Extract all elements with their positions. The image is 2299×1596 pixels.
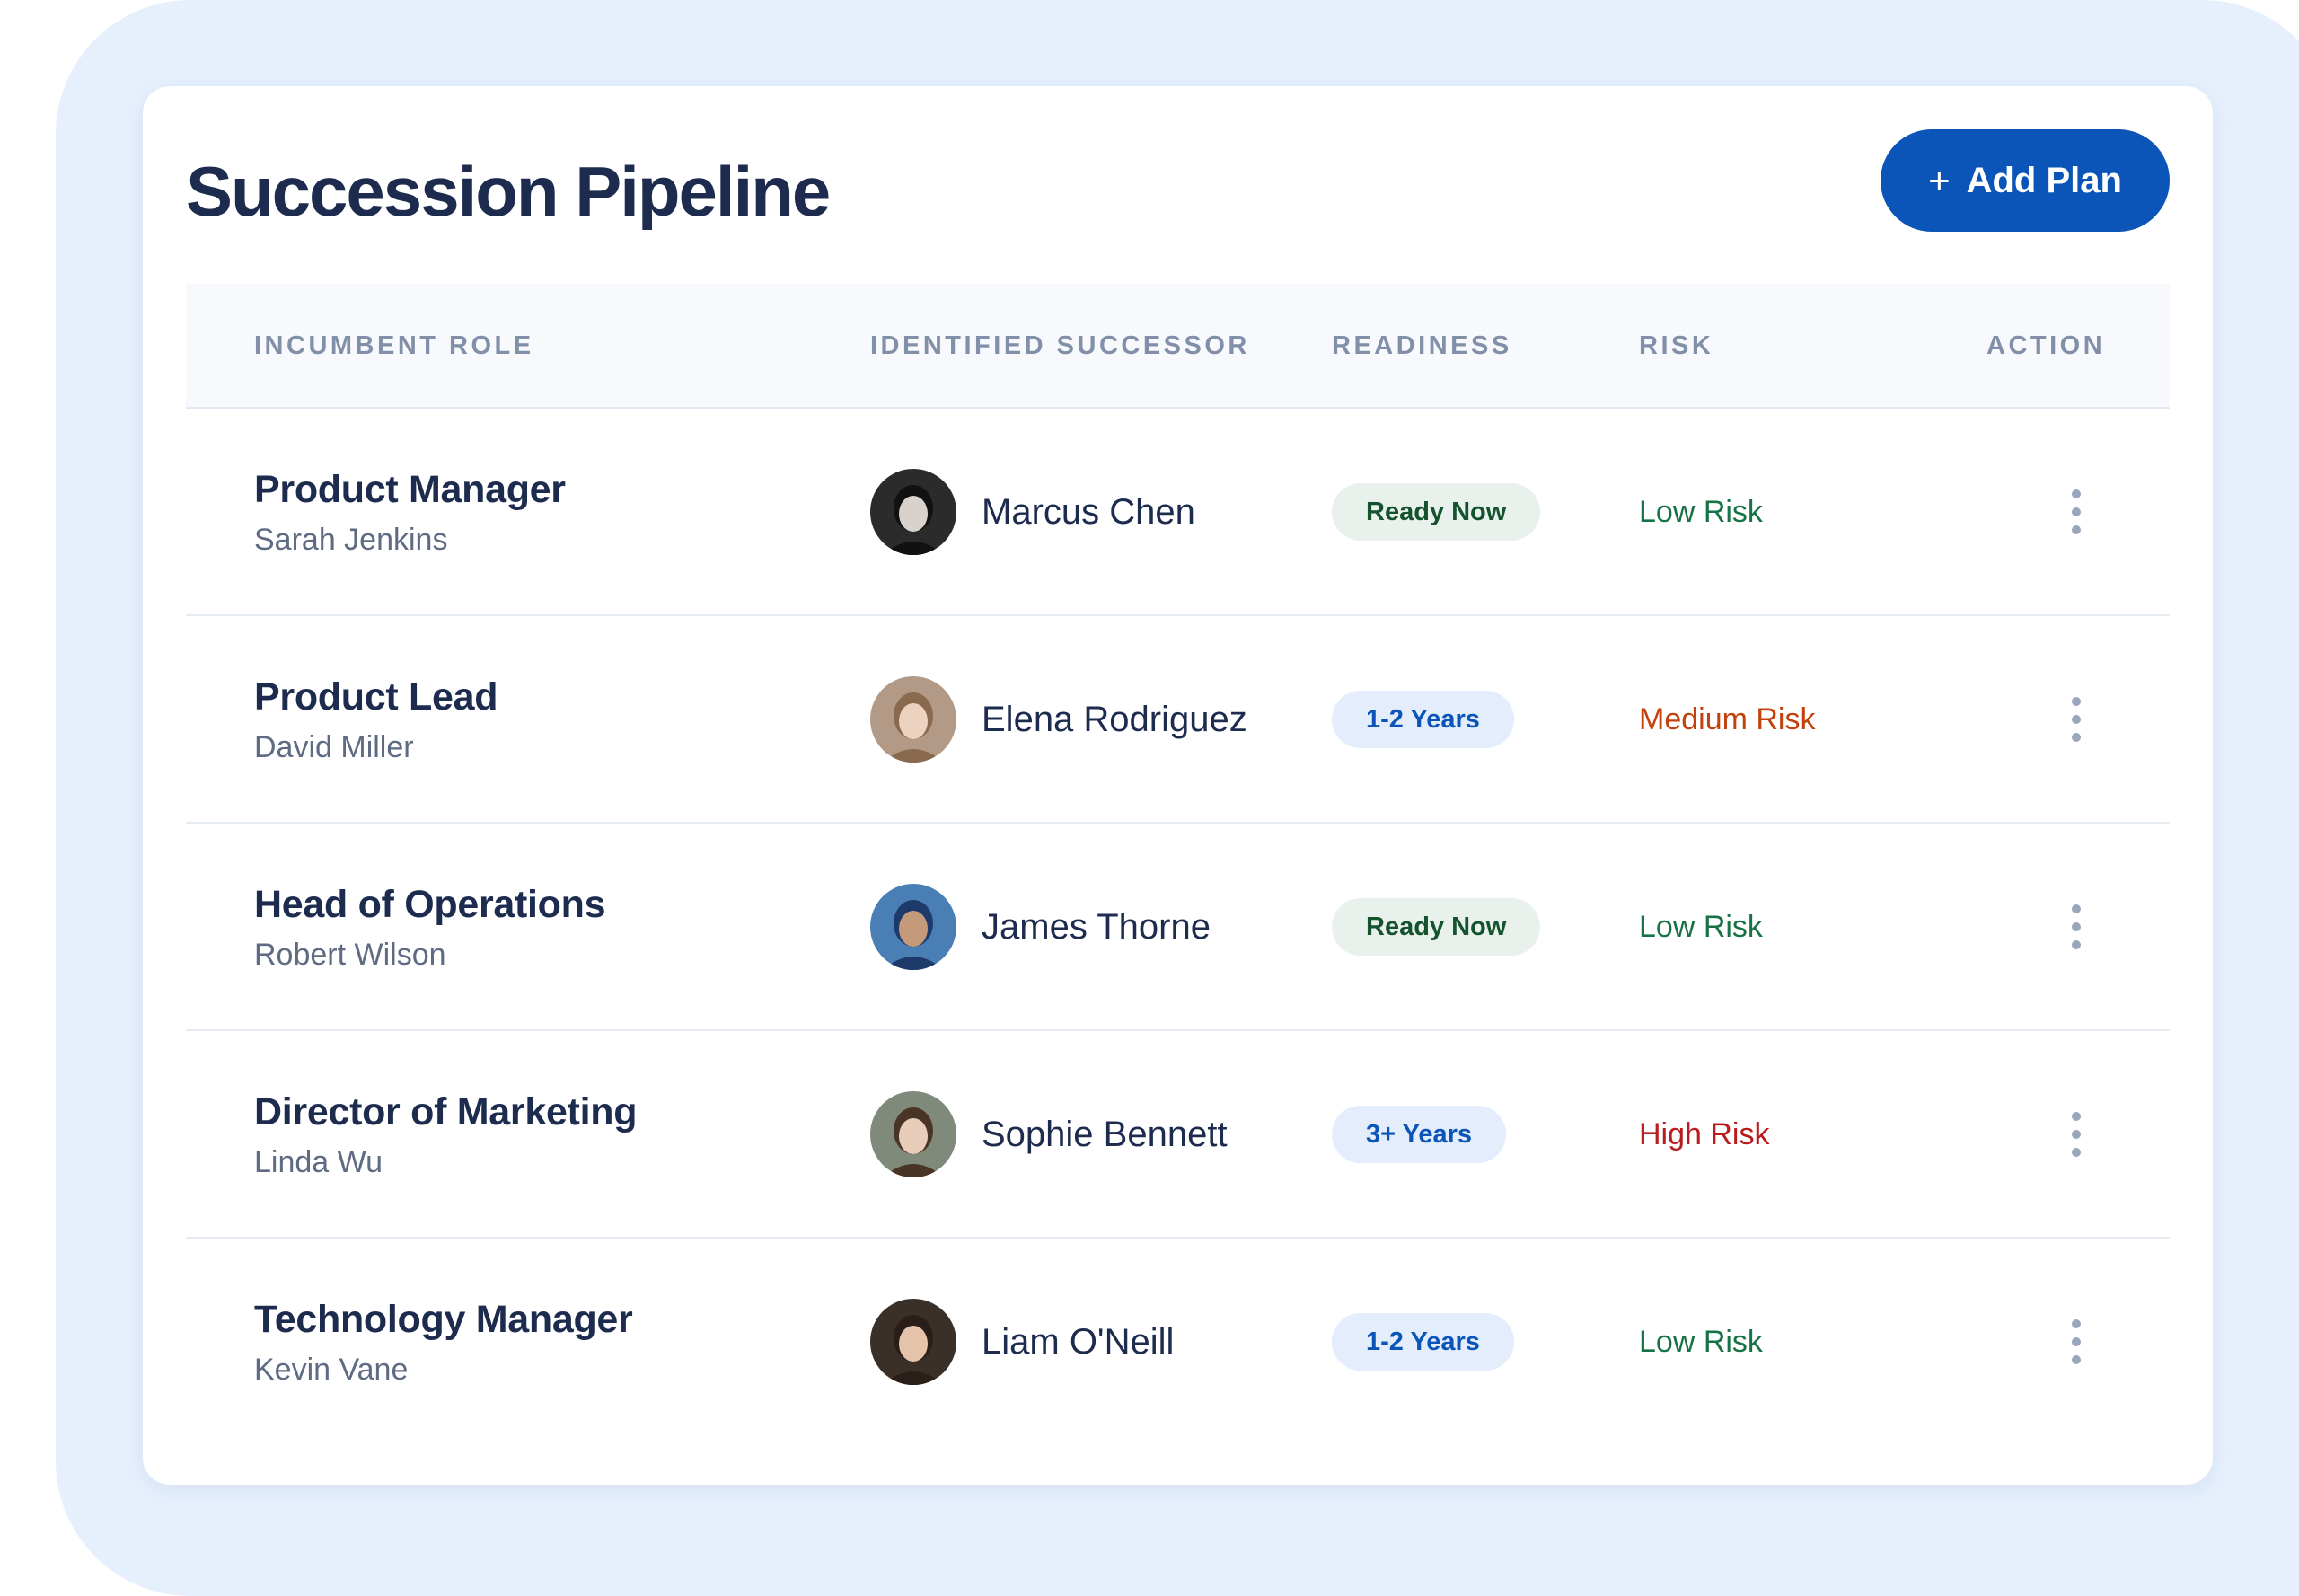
add-plan-label: Add Plan — [1966, 160, 2122, 200]
incumbent-name: Sarah Jenkins — [254, 523, 448, 557]
successor-cell: Marcus Chen — [870, 469, 1195, 555]
avatar-photo — [870, 676, 956, 763]
successor-name[interactable]: Sophie Bennett — [982, 1115, 1228, 1155]
incumbent-role-cell: Product Lead David Miller — [254, 675, 498, 765]
role-title: Head of Operations — [254, 883, 606, 926]
avatar[interactable] — [870, 884, 956, 970]
more-vertical-icon[interactable] — [2066, 697, 2086, 742]
more-vertical-icon[interactable] — [2066, 904, 2086, 949]
successor-name[interactable]: James Thorne — [982, 907, 1211, 948]
incumbent-name: Linda Wu — [254, 1145, 383, 1179]
avatar[interactable] — [870, 676, 956, 763]
table-body: Product Manager Sarah Jenkins Marcus Che… — [186, 409, 2170, 1446]
table-row[interactable]: Product Manager Sarah Jenkins Marcus Che… — [186, 409, 2170, 616]
column-header-action: ACTION — [1986, 331, 2106, 360]
add-plan-button[interactable]: + Add Plan — [1881, 129, 2170, 232]
column-header-incumbent-role[interactable]: INCUMBENT ROLE — [254, 284, 534, 409]
role-title: Product Manager — [254, 468, 566, 511]
column-header-identified-successor[interactable]: IDENTIFIED SUCCESSOR — [870, 284, 1250, 409]
incumbent-role-cell: Product Manager Sarah Jenkins — [254, 468, 566, 558]
incumbent-role-cell: Director of Marketing Linda Wu — [254, 1090, 637, 1180]
more-vertical-icon[interactable] — [2066, 489, 2086, 534]
avatar[interactable] — [870, 1299, 956, 1385]
avatar-photo — [870, 884, 956, 970]
column-header-risk[interactable]: RISK — [1639, 284, 1713, 409]
risk-label: Low Risk — [1639, 495, 1763, 529]
successor-cell: Liam O'Neill — [870, 1299, 1174, 1385]
incumbent-name: David Miller — [254, 730, 414, 764]
readiness-badge: Ready Now — [1332, 898, 1541, 956]
avatar[interactable] — [870, 469, 956, 555]
table-row[interactable]: Head of Operations Robert Wilson James T… — [186, 824, 2170, 1031]
incumbent-name: Kevin Vane — [254, 1353, 409, 1387]
risk-label: Medium Risk — [1639, 702, 1816, 736]
successor-cell: Sophie Bennett — [870, 1091, 1228, 1177]
successor-name[interactable]: Liam O'Neill — [982, 1322, 1174, 1362]
incumbent-role-cell: Technology Manager Kevin Vane — [254, 1298, 633, 1388]
risk-label: Low Risk — [1639, 910, 1763, 944]
plus-icon: + — [1928, 159, 1951, 201]
page-title: Succession Pipeline — [186, 152, 831, 231]
successor-cell: James Thorne — [870, 884, 1211, 970]
table-row[interactable]: Director of Marketing Linda Wu Sophie Be… — [186, 1031, 2170, 1239]
succession-card: Succession Pipeline + Add Plan INCUMBENT… — [143, 86, 2213, 1485]
readiness-badge: Ready Now — [1332, 483, 1541, 541]
succession-table: INCUMBENT ROLE IDENTIFIED SUCCESSOR READ… — [186, 284, 2170, 1446]
successor-cell: Elena Rodriguez — [870, 676, 1247, 763]
table-row[interactable]: Product Lead David Miller Elena Rodrigue… — [186, 616, 2170, 824]
more-vertical-icon[interactable] — [2066, 1319, 2086, 1364]
risk-label: High Risk — [1639, 1117, 1770, 1151]
column-header-readiness[interactable]: READINESS — [1332, 284, 1512, 409]
role-title: Director of Marketing — [254, 1090, 638, 1133]
readiness-badge: 1-2 Years — [1332, 691, 1514, 748]
avatar-photo — [870, 1091, 956, 1177]
readiness-badge: 3+ Years — [1332, 1106, 1507, 1163]
avatar-photo — [870, 469, 956, 555]
role-title: Technology Manager — [254, 1298, 633, 1341]
risk-label: Low Risk — [1639, 1325, 1763, 1359]
avatar[interactable] — [870, 1091, 956, 1177]
table-row[interactable]: Technology Manager Kevin Vane Liam O'Nei… — [186, 1239, 2170, 1446]
readiness-badge: 1-2 Years — [1332, 1313, 1514, 1371]
incumbent-name: Robert Wilson — [254, 938, 446, 972]
avatar-photo — [870, 1299, 956, 1385]
more-vertical-icon[interactable] — [2066, 1112, 2086, 1157]
table-header: INCUMBENT ROLE IDENTIFIED SUCCESSOR READ… — [186, 284, 2170, 409]
successor-name[interactable]: Elena Rodriguez — [982, 700, 1247, 740]
role-title: Product Lead — [254, 675, 498, 719]
incumbent-role-cell: Head of Operations Robert Wilson — [254, 883, 606, 973]
successor-name[interactable]: Marcus Chen — [982, 492, 1195, 533]
